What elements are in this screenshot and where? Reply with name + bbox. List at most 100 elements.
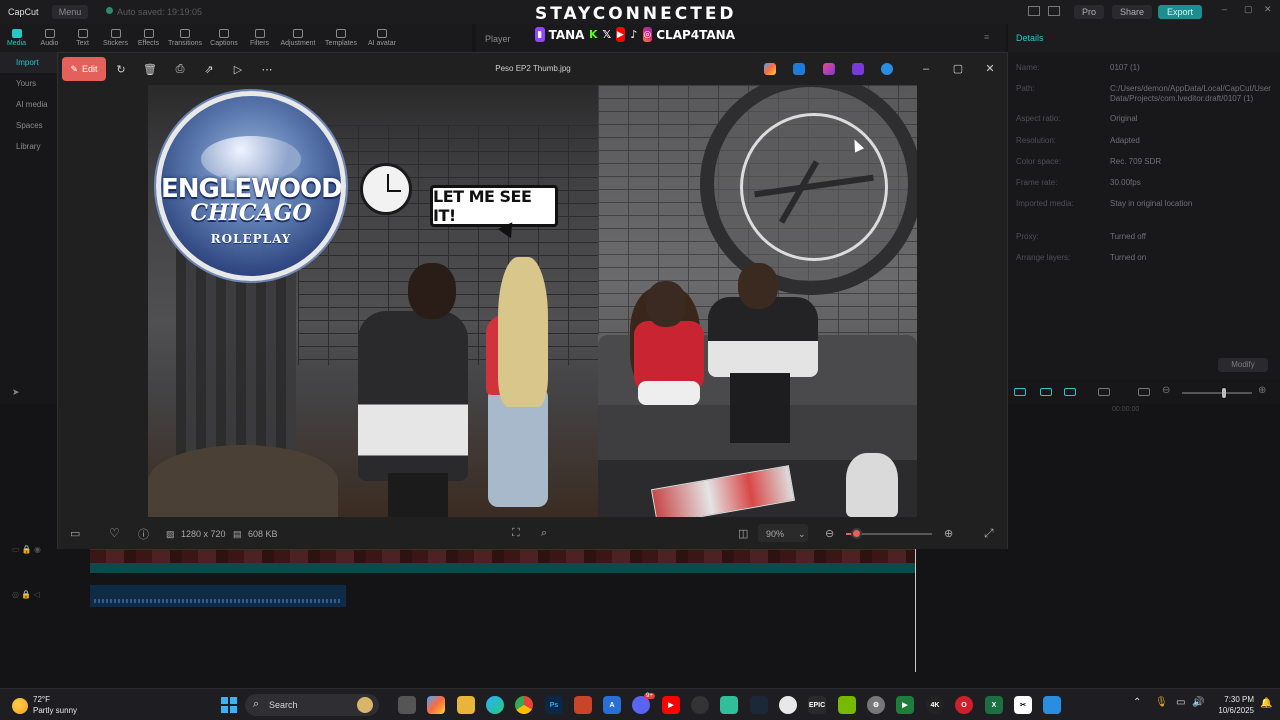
- filmstrip-icon[interactable]: ▭: [70, 527, 80, 540]
- favorite-icon[interactable]: ♡: [109, 526, 120, 540]
- photoshop-icon[interactable]: Ps: [545, 696, 563, 714]
- game-icon[interactable]: [574, 696, 592, 714]
- nav-library[interactable]: Library: [0, 136, 58, 157]
- minimize-icon[interactable]: –: [1222, 4, 1227, 14]
- captions-icon: [219, 29, 229, 38]
- visual-search-icon[interactable]: ⌕: [541, 527, 547, 540]
- audio-clip[interactable]: [90, 585, 346, 607]
- preview-axis-icon[interactable]: [1098, 388, 1110, 396]
- epic-games-icon[interactable]: EPIC: [808, 696, 826, 714]
- info-icon[interactable]: ⓘ: [138, 526, 149, 542]
- fullscreen-icon[interactable]: ⤢: [984, 526, 994, 541]
- notifications-icon[interactable]: 🔔: [1260, 698, 1272, 709]
- crop-icon[interactable]: ⛶: [512, 527, 520, 540]
- tool-ai-avatar[interactable]: AI avatar: [362, 24, 402, 52]
- edge-icon[interactable]: [486, 696, 504, 714]
- tool-filters[interactable]: Filters: [243, 24, 276, 52]
- nvidia-icon[interactable]: [838, 696, 856, 714]
- obs-icon[interactable]: [691, 696, 709, 714]
- maximize-icon[interactable]: ▢: [950, 61, 966, 77]
- youtube-icon[interactable]: ▶: [662, 696, 680, 714]
- tool-captions[interactable]: Captions: [205, 24, 243, 52]
- start-button[interactable]: [221, 697, 237, 713]
- timeline-zoom-slider[interactable]: [1182, 392, 1252, 394]
- maximize-icon[interactable]: ▢: [1244, 4, 1253, 15]
- zoom-in-icon[interactable]: ⊕: [944, 527, 953, 540]
- tool-audio[interactable]: Audio: [33, 24, 66, 52]
- app-a-icon[interactable]: A: [603, 696, 621, 714]
- onedrive-icon[interactable]: [881, 63, 893, 75]
- system-clock[interactable]: 7:30 PM 10/6/2025: [1210, 694, 1254, 716]
- copilot-icon[interactable]: [764, 63, 776, 75]
- microphone-icon[interactable]: 🎙: [1155, 697, 1168, 708]
- nav-yours[interactable]: Yours: [0, 73, 58, 94]
- nav-import[interactable]: Import: [0, 52, 58, 73]
- tool-adjustment[interactable]: Adjustment: [276, 24, 320, 52]
- zoom-out-icon[interactable]: ⊖: [825, 527, 834, 540]
- close-icon[interactable]: ✕: [1264, 4, 1272, 15]
- slideshow-icon[interactable]: ▷: [229, 60, 247, 78]
- modify-button[interactable]: Modify: [1218, 358, 1268, 372]
- print-icon[interactable]: ⎙: [171, 60, 189, 78]
- englewood-chicago-logo: ENGLEWOOD CHICAGO ROLEPLAY: [156, 91, 346, 281]
- fit-to-window-icon[interactable]: ◫: [738, 527, 748, 540]
- overlay-handle-2: CLAP4TANA: [656, 27, 736, 42]
- minimize-icon[interactable]: –: [918, 61, 934, 77]
- close-icon[interactable]: ✕: [982, 61, 998, 77]
- delete-icon[interactable]: 🗑: [141, 60, 159, 78]
- settings-icon[interactable]: ⚙: [867, 696, 885, 714]
- volume-icon[interactable]: 🔊: [1192, 697, 1204, 708]
- designer-icon[interactable]: [793, 63, 805, 75]
- export-button[interactable]: Export: [1158, 5, 1202, 19]
- app-green-icon[interactable]: [720, 696, 738, 714]
- paint-icon[interactable]: [823, 63, 835, 75]
- steam-icon[interactable]: [750, 696, 768, 714]
- nav-ai-media[interactable]: AI media: [0, 94, 58, 115]
- nav-spaces[interactable]: Spaces: [0, 115, 58, 136]
- link-icon[interactable]: [1014, 388, 1026, 396]
- 4k-downloader-icon[interactable]: 4K: [926, 696, 944, 714]
- timeline-zoom-in-icon[interactable]: ⊕: [1258, 385, 1266, 396]
- tool-effects[interactable]: Effects: [132, 24, 165, 52]
- track-lock-icon[interactable]: ▭ 🔒 ◉: [12, 545, 41, 554]
- pro-button[interactable]: Pro: [1074, 5, 1104, 19]
- select-tool-icon[interactable]: ➤: [12, 387, 20, 398]
- tool-stickers[interactable]: Stickers: [99, 24, 132, 52]
- chrome-icon[interactable]: [515, 696, 533, 714]
- edit-button[interactable]: ✎ Edit: [62, 57, 106, 81]
- tool-text[interactable]: Text: [66, 24, 99, 52]
- photos-icon[interactable]: [1043, 696, 1061, 714]
- tool-templates[interactable]: Templates: [320, 24, 362, 52]
- task-view-icon[interactable]: [398, 696, 416, 714]
- clipchamp-icon[interactable]: [852, 63, 864, 75]
- tool-transitions[interactable]: Transitions: [165, 24, 205, 52]
- network-icon[interactable]: ▭: [1176, 697, 1185, 708]
- caption-icon[interactable]: [1138, 388, 1150, 396]
- more-options-icon[interactable]: ⋯: [258, 60, 276, 78]
- image-filesize: 608 KB: [248, 529, 278, 539]
- shortcuts-icon[interactable]: [1048, 6, 1060, 16]
- timeline-zoom-handle[interactable]: [1222, 388, 1226, 398]
- tray-chevron-icon[interactable]: ⌃: [1133, 697, 1141, 708]
- copilot-icon[interactable]: [427, 696, 445, 714]
- rotate-icon[interactable]: ↻: [112, 60, 130, 78]
- play-store-icon[interactable]: ▶: [896, 696, 914, 714]
- tool-media[interactable]: Media: [0, 24, 33, 52]
- share-icon[interactable]: ⇗: [200, 60, 218, 78]
- timeline-zoom-out-icon[interactable]: ⊖: [1162, 385, 1170, 396]
- app-white-icon[interactable]: [779, 696, 797, 714]
- player-menu-icon[interactable]: ≡: [984, 32, 989, 42]
- audio-track-controls[interactable]: ◎ 🔒 ◁: [12, 590, 40, 599]
- share-button[interactable]: Share: [1112, 5, 1152, 19]
- zoom-slider-thumb[interactable]: [851, 528, 863, 539]
- excel-icon[interactable]: X: [985, 696, 1003, 714]
- snap-icon[interactable]: [1064, 388, 1076, 396]
- detail-label: Name:: [1016, 63, 1040, 72]
- taskbar-search[interactable]: ⌕ Search: [245, 694, 379, 716]
- layout-icon[interactable]: [1028, 6, 1040, 16]
- menu-button[interactable]: Menu: [52, 5, 88, 19]
- capcut-icon[interactable]: ✂: [1014, 696, 1032, 714]
- file-explorer-icon[interactable]: [457, 696, 475, 714]
- magnet-icon[interactable]: [1040, 388, 1052, 396]
- opera-icon[interactable]: O: [955, 696, 973, 714]
